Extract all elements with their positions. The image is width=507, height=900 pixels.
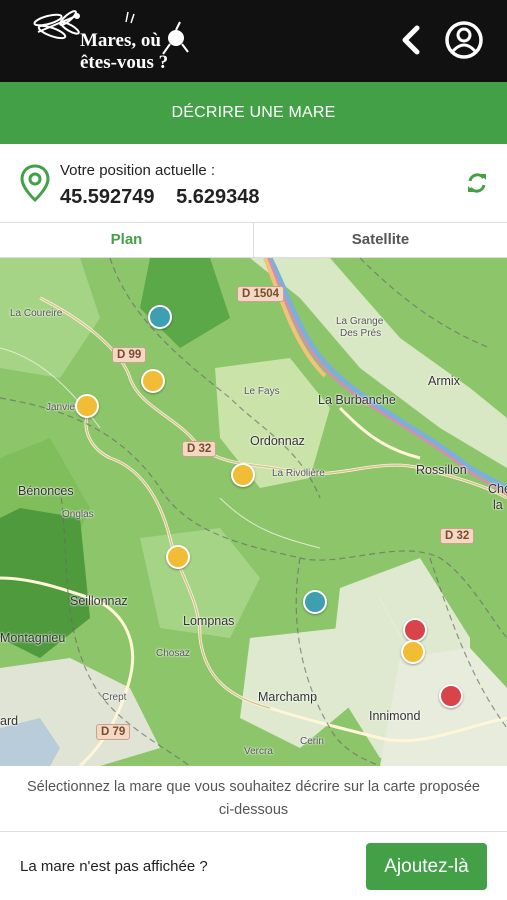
place-che: Che: [488, 482, 507, 496]
place-la-burbanche: La Burbanche: [318, 393, 396, 407]
place-cerin: Cerin: [300, 736, 324, 747]
current-position-panel: Votre position actuelle : 45.592749 5.62…: [0, 144, 507, 223]
place-seillonnaz: Seillonnaz: [70, 594, 128, 608]
road-badge-d32: D 32: [182, 441, 217, 457]
place-chosaz: Chosaz: [156, 648, 190, 659]
place-onglas: Onglas: [62, 509, 94, 520]
logo-text: Mares, où êtes-vous ?: [80, 30, 168, 74]
app-logo[interactable]: Mares, où êtes-vous ?: [18, 10, 193, 74]
pond-marker[interactable]: [403, 618, 427, 642]
tab-plan[interactable]: Plan: [0, 222, 254, 257]
place-vercra: Vercra: [244, 746, 273, 757]
pond-marker[interactable]: [231, 463, 255, 487]
back-button[interactable]: [395, 22, 427, 58]
pond-marker[interactable]: [303, 590, 327, 614]
chevron-left-icon: [402, 25, 420, 55]
road-badge-d79: D 79: [96, 724, 131, 740]
place-ordonnaz: Ordonnaz: [250, 434, 305, 448]
latitude-value: 45.592749: [60, 186, 155, 208]
place-la: la: [493, 498, 503, 512]
profile-button[interactable]: [444, 20, 484, 60]
road-badge-d1504: D 1504: [237, 286, 285, 302]
logo-line-1: Mares, où: [80, 30, 161, 51]
longitude-value: 5.629348: [176, 186, 260, 208]
page-title: DÉCRIRE UNE MARE: [171, 104, 336, 121]
place-marchamp: Marchamp: [258, 690, 318, 704]
place-le-fays: Le Fays: [244, 386, 280, 397]
tab-satellite[interactable]: Satellite: [254, 222, 507, 257]
road-badge-d32-east: D 32: [440, 528, 475, 544]
place-montagnieu: Montagnieu: [0, 631, 66, 645]
refresh-icon[interactable]: [466, 172, 488, 194]
place-crept: Crept: [102, 692, 127, 703]
place-lompnas: Lompnas: [183, 614, 235, 628]
pond-marker[interactable]: [401, 640, 425, 664]
place-benonces: Bénonces: [18, 484, 74, 498]
add-pond-button[interactable]: Ajoutez-là: [366, 843, 487, 890]
pond-marker[interactable]: [148, 305, 172, 329]
pond-marker[interactable]: [439, 684, 463, 708]
pond-marker[interactable]: [75, 394, 99, 418]
place-des-pres: Des Prés: [340, 328, 382, 339]
map-type-tabs: Plan Satellite: [0, 222, 507, 258]
place-innimond: Innimond: [369, 709, 421, 723]
place-ard: ard: [0, 714, 19, 728]
pond-marker[interactable]: [141, 369, 165, 393]
place-la-grange: La Grange: [336, 316, 384, 327]
user-circle-icon: [445, 21, 483, 59]
map-instruction-text: Sélectionnez la mare que vous souhaitez …: [27, 779, 480, 818]
place-la-rivoliere: La Rivolière: [272, 468, 325, 479]
place-janvier: Janvier: [46, 402, 79, 413]
place-rossillon: Rossillon: [416, 463, 467, 477]
position-coordinates: 45.592749 5.629348: [60, 186, 276, 209]
road-badge-d99: D 99: [112, 347, 147, 363]
logo-line-2: êtes-vous ?: [80, 52, 169, 73]
pond-marker[interactable]: [166, 545, 190, 569]
place-armix: Armix: [428, 374, 460, 388]
app-header: Mares, où êtes-vous ?: [0, 0, 507, 82]
missing-pond-label: La mare n'est pas affichée ?: [20, 858, 208, 875]
place-la-coureire: La Coureire: [10, 308, 63, 319]
map-instruction: Sélectionnez la mare que vous souhaitez …: [0, 766, 507, 832]
position-label: Votre position actuelle :: [60, 162, 216, 179]
page-title-banner: DÉCRIRE UNE MARE: [0, 82, 507, 144]
map-view[interactable]: La Coureire La Grange Des Prés Armix Le …: [0, 258, 507, 766]
map-pin-icon: [20, 164, 50, 202]
